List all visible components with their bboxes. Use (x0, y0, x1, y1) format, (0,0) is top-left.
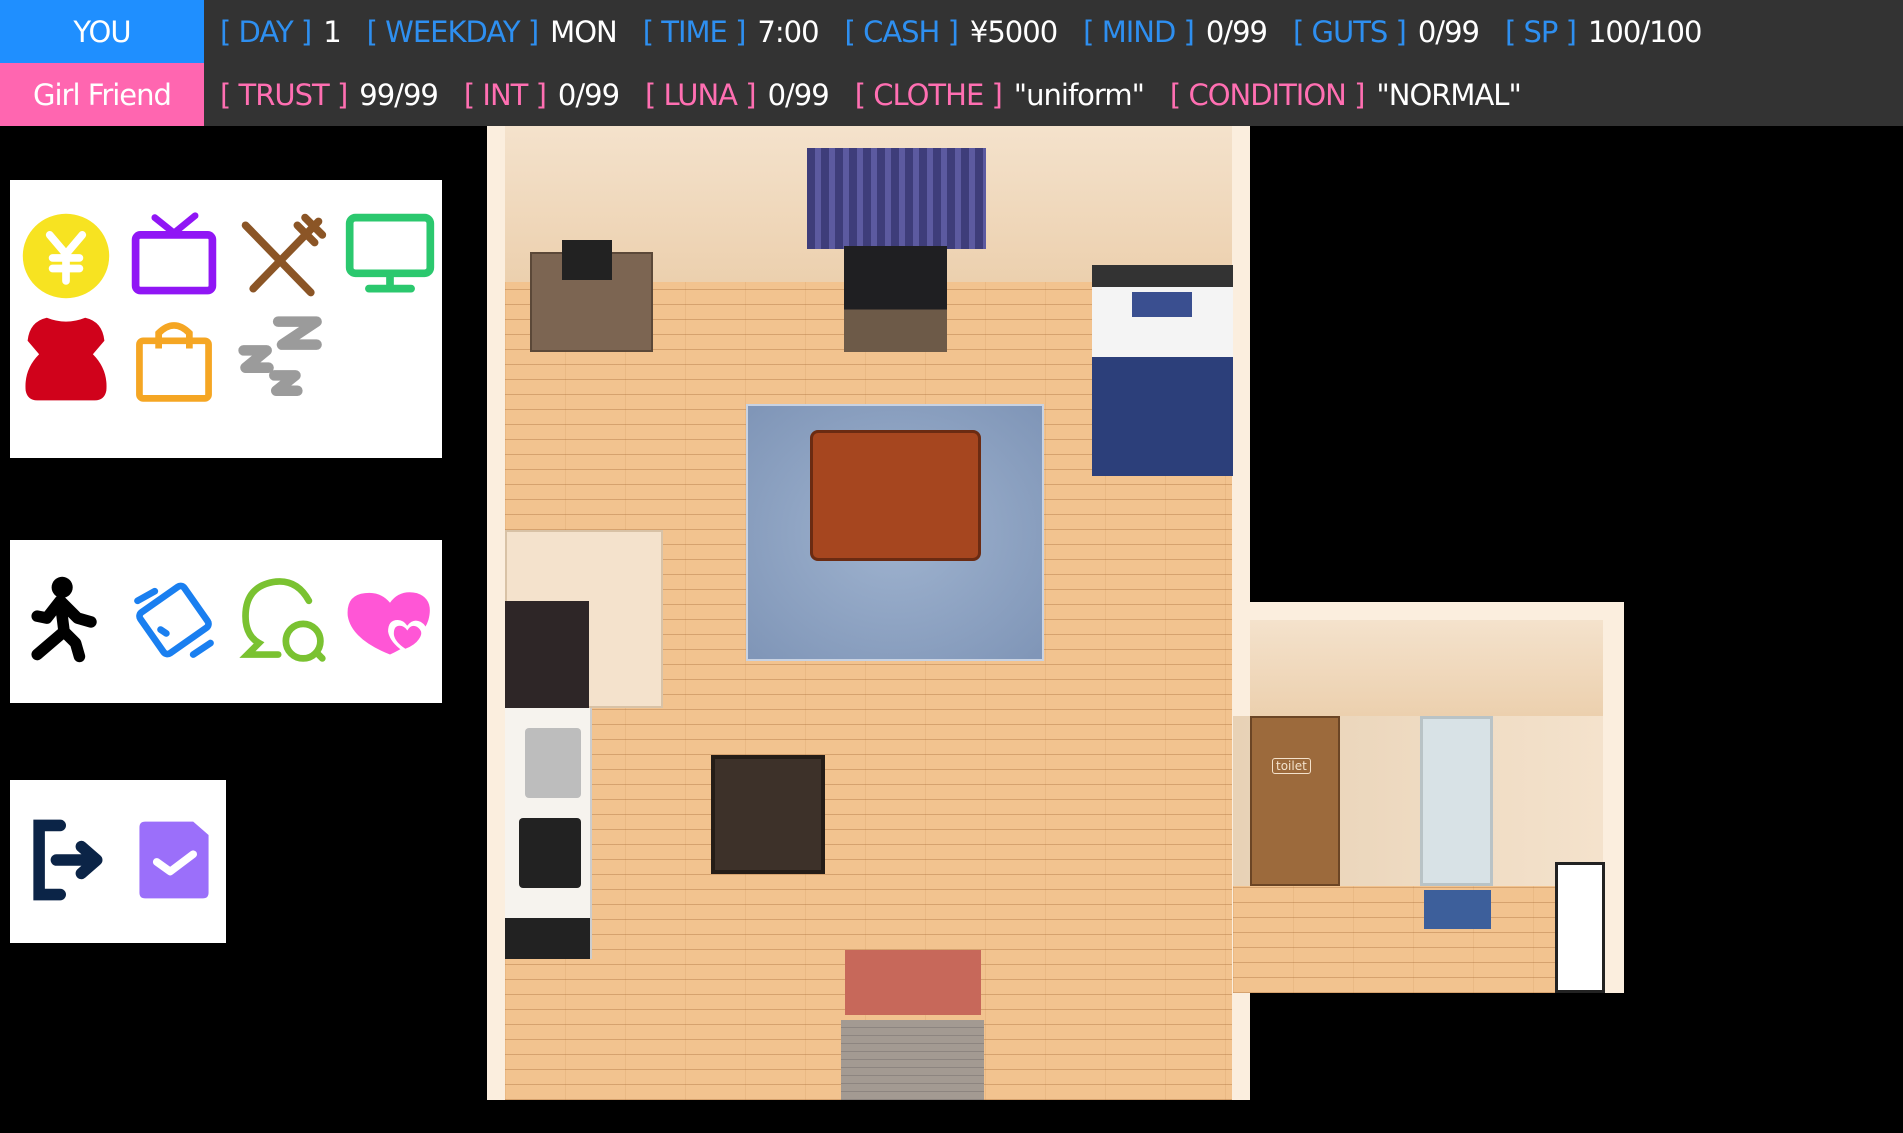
fridge[interactable] (505, 601, 589, 708)
stat-value: 0/99 (767, 77, 830, 112)
stat-key: [ GUTS ] (1292, 14, 1407, 49)
stat-key: [ DAY ] (220, 14, 312, 49)
fork-knife-icon[interactable] (234, 208, 330, 304)
chat-bubbles-icon[interactable] (234, 572, 330, 668)
curtain (807, 148, 986, 249)
stat-value: 100/100 (1587, 14, 1702, 49)
closet[interactable] (1420, 716, 1493, 886)
entrance-door[interactable] (1555, 862, 1605, 993)
card-payment-icon[interactable] (126, 572, 222, 668)
stat-key: [ TRUST ] (220, 77, 348, 112)
walk-icon[interactable] (18, 572, 114, 668)
entrance-floor (841, 1020, 984, 1100)
shopping-bag-icon[interactable] (126, 312, 222, 408)
interaction-panel (10, 540, 442, 703)
stat-key: [ CASH ] (844, 14, 959, 49)
dress-icon[interactable] (18, 312, 114, 408)
activity-panel (10, 180, 442, 458)
bed[interactable] (1092, 265, 1233, 476)
tv[interactable] (844, 246, 947, 352)
stat-value: 0/99 (1417, 14, 1480, 49)
hearts-icon[interactable] (342, 572, 438, 668)
sink (525, 728, 581, 798)
kitchen-counter[interactable] (505, 708, 592, 959)
stat-key: [ SP ] (1504, 14, 1577, 49)
stat-value: "NORMAL" (1376, 77, 1521, 112)
stat-value: ¥5000 (969, 14, 1058, 49)
toilet-sign: toilet (1272, 758, 1311, 774)
entrance-mat (845, 950, 981, 1015)
stat-key: [ MIND ] (1083, 14, 1195, 49)
stat-value: 0/99 (1205, 14, 1268, 49)
stat-value: 7:00 (757, 14, 819, 49)
task-check-icon[interactable] (126, 812, 222, 908)
stat-key: [ CONDITION ] (1169, 77, 1366, 112)
bath-mat (1424, 890, 1491, 929)
hallway-floor (1233, 886, 1603, 993)
sofa[interactable] (810, 430, 981, 561)
toilet-door[interactable]: toilet (1250, 716, 1340, 886)
monitor-icon[interactable] (342, 208, 438, 304)
system-panel (10, 780, 226, 943)
girlfriend-label: Girl Friend (0, 63, 204, 126)
stat-key: [ WEEKDAY ] (366, 14, 540, 49)
player-label: YOU (0, 0, 204, 63)
desk[interactable] (530, 240, 653, 352)
stat-key: [ LUNA ] (645, 77, 757, 112)
exit-icon[interactable] (18, 812, 114, 908)
tv-icon[interactable] (126, 208, 222, 304)
stat-value: MON (550, 14, 618, 49)
stat-key: [ INT ] (463, 77, 547, 112)
girlfriend-status-bar: Girl Friend [ TRUST ] 99/99 [ INT ] 0/99 [ L… (0, 63, 1903, 126)
stove (519, 818, 581, 888)
stat-value: "uniform" (1013, 77, 1145, 112)
player-status-bar: YOU [ DAY ] 1 [ WEEKDAY ] MON [ TIME ] 7:00 [ … (0, 0, 1903, 63)
yen-coin-icon[interactable] (18, 208, 114, 304)
stat-value: 1 (323, 14, 341, 49)
stat-key: [ CLOTHE ] (854, 77, 1003, 112)
stat-key: [ TIME ] (642, 14, 747, 49)
room-map[interactable]: toilet (487, 126, 1624, 1100)
sleep-zzz-icon[interactable] (234, 312, 330, 408)
chair[interactable] (711, 755, 825, 874)
stat-value: 99/99 (359, 77, 439, 112)
stat-value: 0/99 (557, 77, 620, 112)
